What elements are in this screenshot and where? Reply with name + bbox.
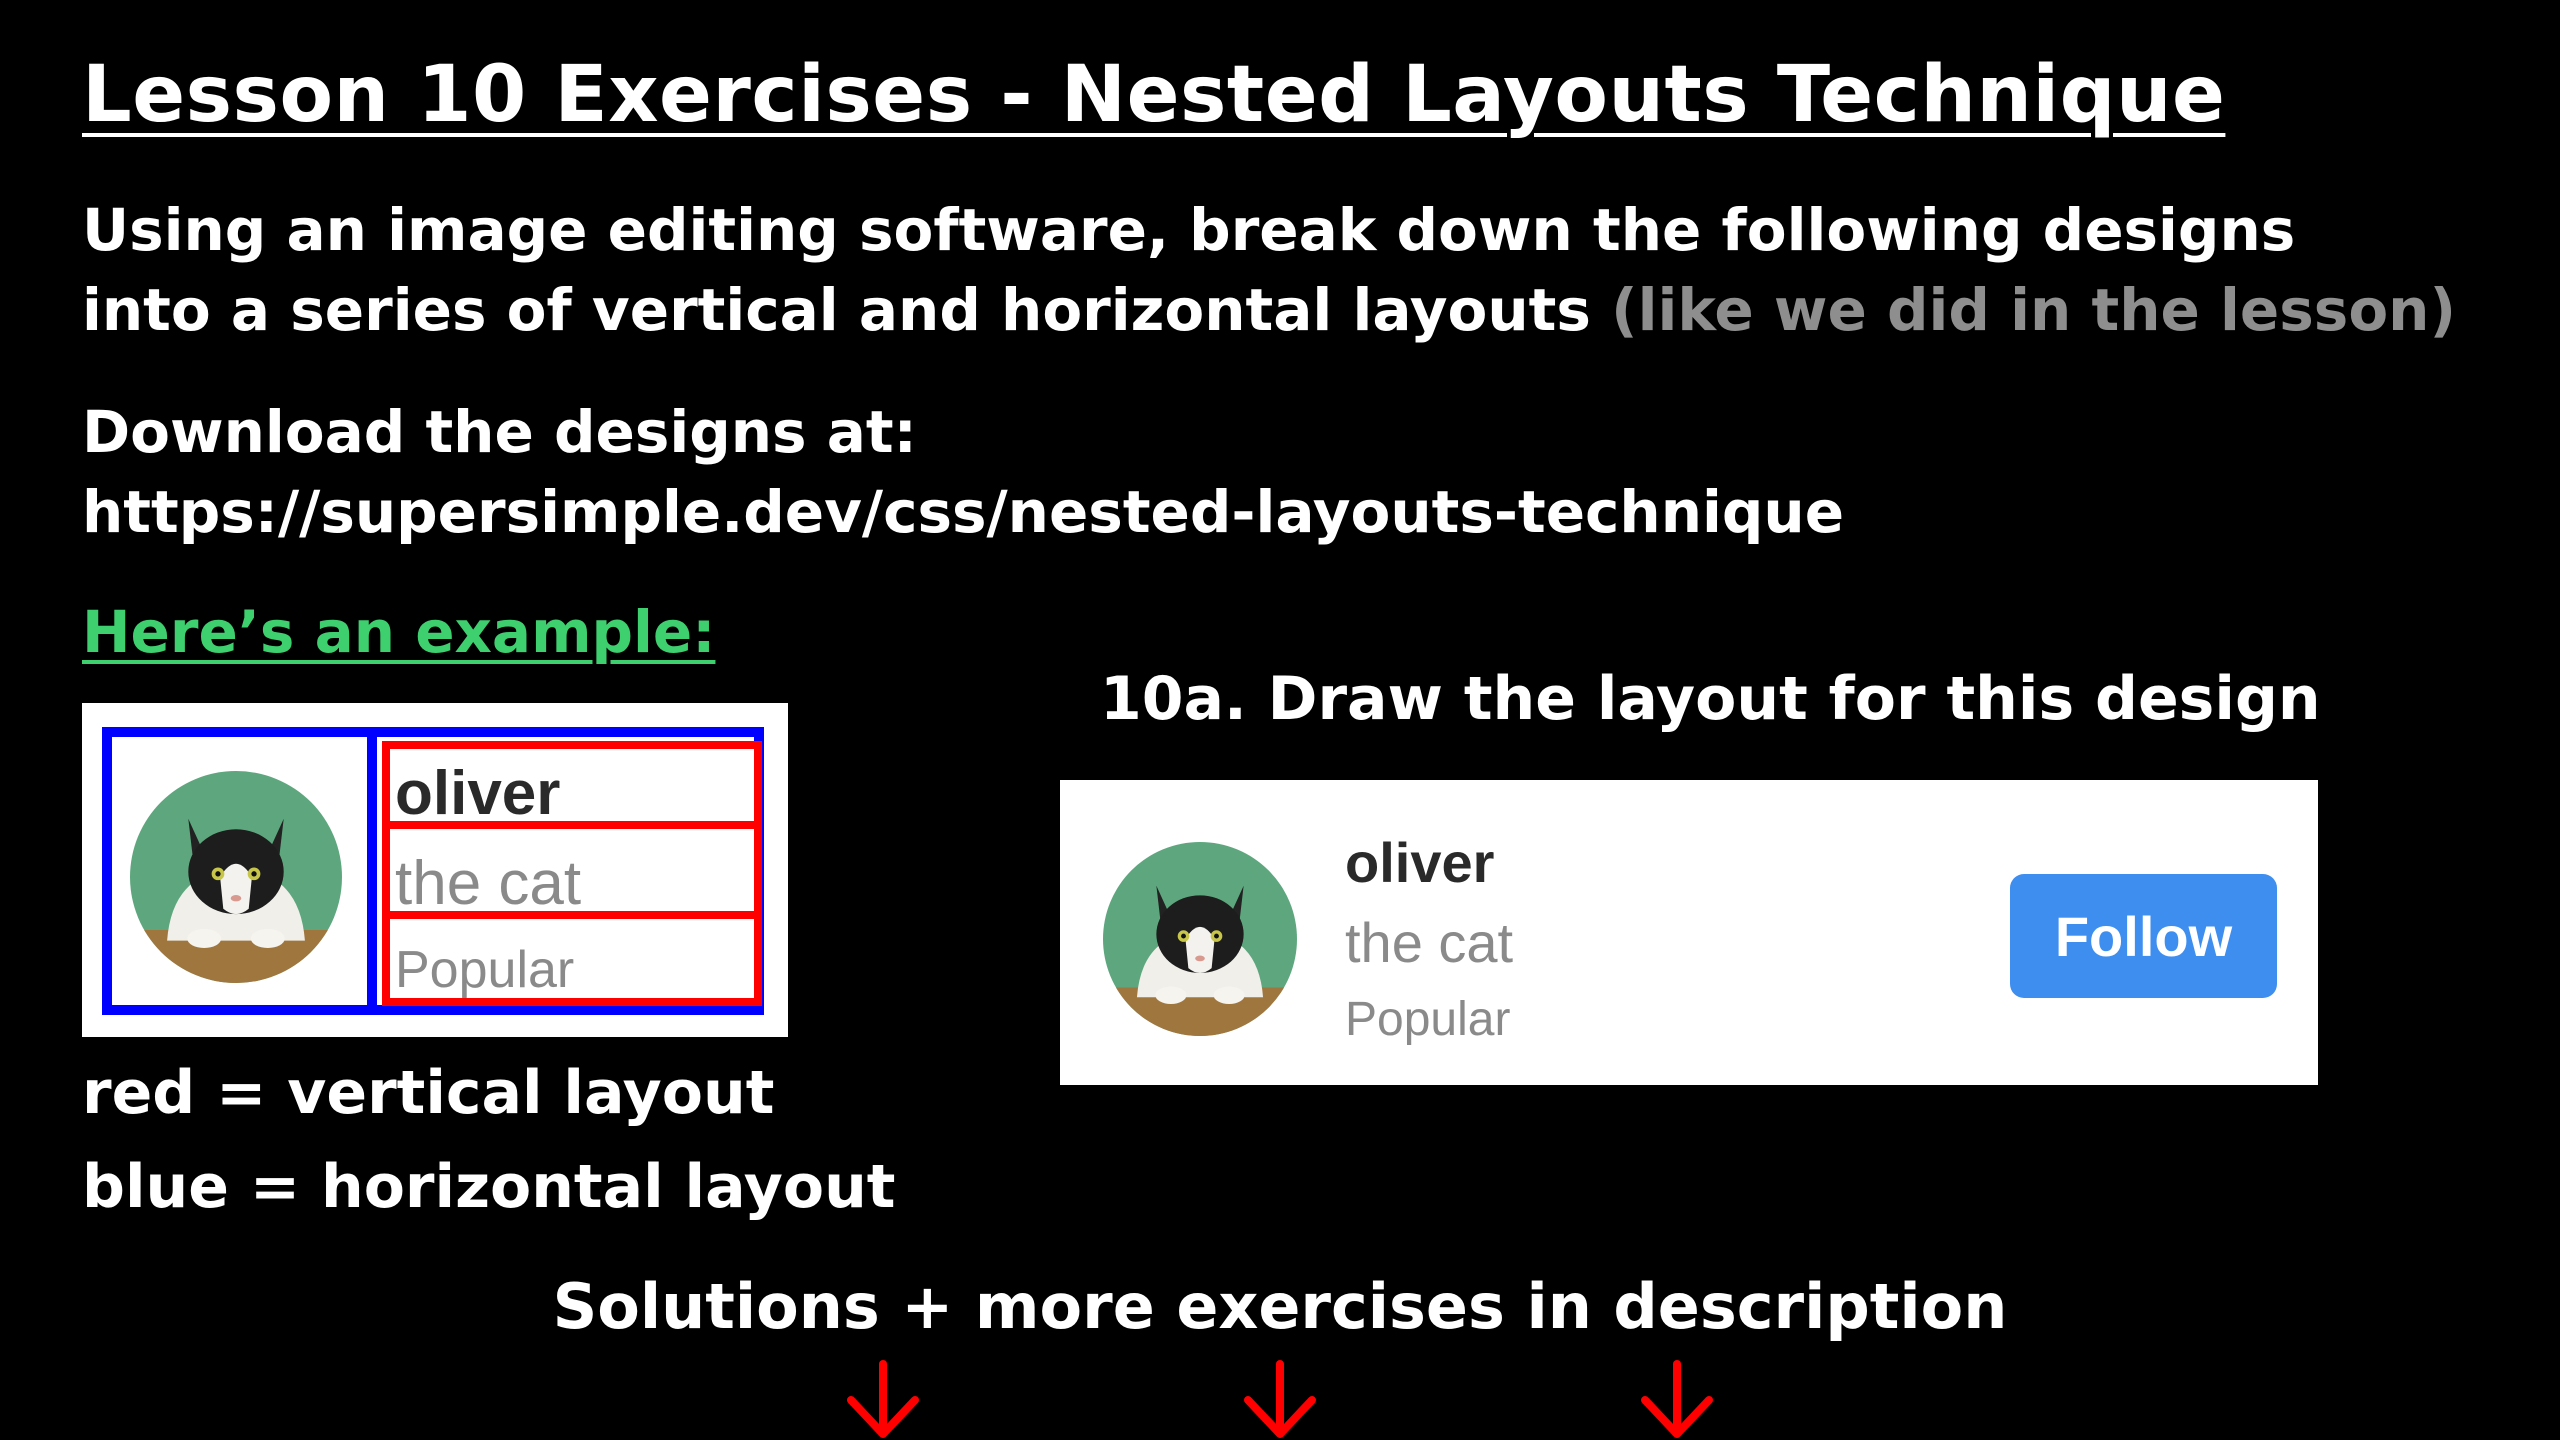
page-title: Lesson 10 Exercises - Nested Layouts Tec… (82, 50, 2226, 140)
exercise-label: 10a. Draw the layout for this design (1100, 664, 2321, 734)
down-arrow-icon (1641, 1360, 1713, 1438)
design-name: oliver (1345, 831, 1495, 894)
design-subtitle: the cat (1345, 911, 1514, 974)
example-subtitle: the cat (395, 849, 582, 918)
instructions: Using an image editing software, break d… (82, 190, 2456, 350)
design-tag: Popular (1345, 993, 1511, 1046)
instructions-line-2-muted: (like we did in the lesson) (1611, 276, 2456, 344)
download-label: Download the designs at: (82, 398, 917, 466)
down-arrow-icon (847, 1360, 919, 1438)
legend-vertical: red = vertical layout (82, 1058, 775, 1128)
instructions-line-2-main: into a series of vertical and horizontal… (82, 276, 1612, 344)
instructions-line-1: Using an image editing software, break d… (82, 196, 2296, 264)
follow-button[interactable]: Follow (2010, 874, 2277, 998)
download-section: Download the designs at: https://supersi… (82, 392, 1844, 552)
legend-horizontal: blue = horizontal layout (82, 1152, 896, 1222)
down-arrow-icon (1244, 1360, 1316, 1438)
cat-avatar-icon (1103, 842, 1297, 1036)
example-card: oliver the cat Popular (82, 703, 788, 1037)
design-card: oliver the cat Popular Follow (1060, 780, 2318, 1085)
example-heading: Here’s an example: (82, 598, 716, 666)
instructions-line-2: into a series of vertical and horizontal… (82, 270, 2456, 350)
example-name: oliver (395, 759, 561, 828)
example-tag: Popular (395, 941, 575, 999)
cat-avatar-icon (130, 771, 342, 983)
download-url: https://supersimple.dev/css/nested-layou… (82, 478, 1845, 546)
solutions-text: Solutions + more exercises in descriptio… (552, 1270, 2008, 1343)
horizontal-layout-divider (367, 727, 377, 1015)
